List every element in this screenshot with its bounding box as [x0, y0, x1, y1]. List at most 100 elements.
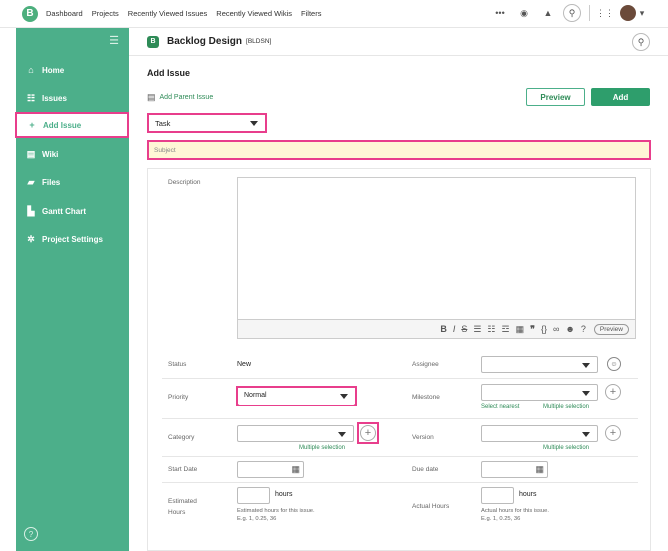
menu-toggle-icon[interactable]: ☰ [109, 34, 119, 47]
calendar-icon[interactable]: ▦ [291, 464, 300, 475]
chevron-down-icon [582, 363, 590, 368]
add-category-icon[interactable]: + [360, 425, 376, 441]
quote-icon[interactable]: ❞ [530, 324, 535, 335]
nav-recent-issues[interactable]: Recently Viewed Issues [128, 9, 208, 18]
search-icon[interactable]: ⚲ [563, 4, 581, 22]
numbered-list-icon[interactable]: ☷ [487, 324, 495, 335]
start-date-input[interactable]: ▦ [237, 461, 304, 478]
add-parent-issue-link[interactable]: ▤ Add Parent Issue [147, 92, 213, 103]
select-nearest-link[interactable]: Select nearest [481, 404, 519, 410]
issue-type-value: Task [155, 118, 171, 128]
sidebar-item-wiki[interactable]: ▤ Wiki [16, 141, 129, 167]
add-version-icon[interactable]: + [605, 425, 621, 441]
category-select[interactable] [237, 425, 354, 442]
sidebar-item-home[interactable]: ⌂ Home [16, 57, 129, 83]
nav-recent-wikis[interactable]: Recently Viewed Wikis [216, 9, 292, 18]
notification-icon[interactable]: ▲ [539, 4, 557, 22]
wiki-icon: ▤ [26, 148, 36, 159]
link-icon[interactable]: ∞ [553, 324, 559, 334]
sidebar-item-add-issue[interactable]: + Add Issue [15, 112, 129, 138]
version-select[interactable] [481, 425, 598, 442]
gear-icon: ✲ [27, 233, 35, 244]
chevron-down-icon [582, 432, 590, 437]
milestone-select[interactable] [481, 384, 598, 401]
project-header: B Backlog Design [BLDSN] ⚲ [129, 28, 668, 56]
more-icon[interactable]: ••• [491, 4, 509, 22]
add-milestone-icon[interactable]: + [605, 384, 621, 400]
description-textarea[interactable] [237, 177, 636, 339]
help-icon[interactable]: ? [24, 527, 38, 541]
priority-select[interactable]: Normal [238, 388, 355, 405]
project-search-icon[interactable]: ⚲ [632, 33, 650, 51]
start-date-label: Start Date [168, 466, 198, 473]
avatar[interactable] [620, 5, 636, 21]
actual-hours-unit: hours [519, 491, 537, 498]
sidebar-item-label: Home [42, 65, 65, 75]
assignee-select[interactable] [481, 356, 598, 373]
estimated-hours-label-line2: Hours [168, 509, 186, 516]
category-multiple-selection-link[interactable]: Multiple selection [299, 445, 345, 451]
priority-row: Priority Normal Milestone + Select neare… [162, 379, 638, 419]
watch-icon[interactable]: ◉ [515, 4, 533, 22]
priority-label: Priority [168, 394, 189, 401]
italic-icon[interactable]: I [453, 324, 456, 334]
sidebar-item-project-settings[interactable]: ✲ Project Settings [16, 226, 129, 252]
category-label: Category [168, 434, 195, 441]
estimated-hours-input[interactable] [237, 487, 270, 504]
due-date-label: Due date [412, 466, 439, 473]
version-multiple-selection-link[interactable]: Multiple selection [543, 445, 589, 451]
chevron-down-icon[interactable]: ▾ [638, 4, 646, 22]
project-icon: B [147, 35, 159, 48]
nav-projects[interactable]: Projects [92, 9, 119, 18]
status-label: Status [168, 361, 187, 368]
parent-issue-icon: ▤ [147, 92, 156, 102]
nav-dashboard[interactable]: Dashboard [46, 9, 83, 18]
sidebar-item-gantt[interactable]: ▙ Gantt Chart [16, 198, 129, 224]
due-date-input[interactable]: ▦ [481, 461, 548, 478]
issues-icon: ☷ [26, 92, 36, 103]
estimated-hours-unit: hours [275, 491, 293, 498]
toolbar-preview-button[interactable]: Preview [593, 323, 629, 335]
sidebar-item-issues[interactable]: ☷ Issues [16, 85, 129, 111]
editor-toolbar: B I S ☰ ☷ ☲ ▦ ❞ {} ∞ ☻ ? Preview [237, 319, 636, 339]
actual-hours-example: E.g. 1, 0.25, 36 [481, 516, 521, 522]
global-header: B Dashboard Projects Recently Viewed Iss… [0, 0, 668, 28]
issue-form: Description B I S ☰ ☷ ☲ ▦ ❞ {} ∞ ☻ ? Pre… [147, 168, 651, 551]
actual-hours-input[interactable] [481, 487, 514, 504]
status-row: Status New Assignee ☺ [162, 349, 638, 379]
project-name[interactable]: Backlog Design [167, 36, 242, 47]
sidebar-item-files[interactable]: ▰ Files [16, 169, 129, 195]
nav-filters[interactable]: Filters [301, 9, 321, 18]
checklist-icon[interactable]: ☲ [502, 324, 510, 335]
chevron-down-icon [250, 121, 258, 126]
description-label: Description [168, 179, 201, 186]
add-button[interactable]: Add [591, 88, 650, 106]
milestone-multiple-selection-link[interactable]: Multiple selection [543, 404, 589, 410]
subject-input[interactable]: Subject [147, 140, 651, 160]
bold-icon[interactable]: B [440, 324, 447, 334]
code-icon[interactable]: {} [541, 324, 547, 334]
bullet-list-icon[interactable]: ☰ [473, 324, 481, 335]
table-icon[interactable]: ▦ [516, 324, 525, 335]
assignee-label: Assignee [412, 361, 439, 368]
actual-hours-hint: Actual hours for this issue. [481, 508, 549, 514]
sidebar: ☰ ⌂ Home ☷ Issues + Add Issue ▤ Wiki ▰ F… [15, 28, 129, 551]
header-divider [589, 5, 590, 21]
backlog-logo[interactable]: B [22, 5, 38, 22]
calendar-icon[interactable]: ▦ [535, 464, 544, 475]
preview-button[interactable]: Preview [526, 88, 585, 106]
help-icon[interactable]: ? [581, 324, 586, 334]
sidebar-item-label: Gantt Chart [42, 206, 86, 216]
estimated-hours-label-line1: Estimated [168, 498, 197, 505]
emoji-icon[interactable]: ☻ [565, 324, 574, 334]
category-row: Category + Multiple selection Version + … [162, 419, 638, 457]
assign-to-me-icon[interactable]: ☺ [607, 357, 621, 371]
sidebar-item-label: Project Settings [42, 234, 103, 244]
plus-icon: + [29, 120, 35, 130]
apps-icon[interactable]: ⋮⋮ [596, 4, 614, 22]
chevron-down-icon [582, 391, 590, 396]
issue-type-select[interactable]: Task [147, 113, 267, 133]
main-content: Add Issue ▤ Add Parent Issue Preview Add… [129, 56, 668, 551]
strikethrough-icon[interactable]: S [461, 324, 467, 334]
hours-row: Estimated Hours hours Estimated hours fo… [162, 483, 638, 533]
